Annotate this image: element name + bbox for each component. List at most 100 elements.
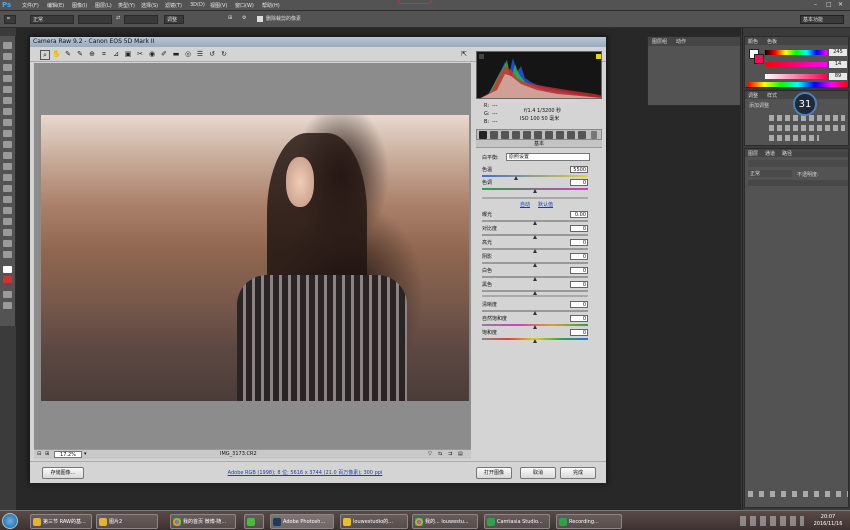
tone-curve-tab-icon[interactable]	[490, 131, 498, 139]
tab-paths[interactable]: 路径	[782, 150, 792, 157]
tab-adjustments[interactable]: 调整	[748, 92, 758, 99]
fullscreen-icon[interactable]: ⇱	[460, 50, 468, 58]
zoom-tool-icon[interactable]: ⌕	[40, 50, 50, 60]
transform-icon[interactable]: ▣	[124, 50, 132, 58]
split-toning-tab-icon[interactable]	[523, 131, 531, 139]
camera-calibration-tab-icon[interactable]	[556, 131, 564, 139]
adjustment-value[interactable]: 0	[570, 315, 588, 322]
adjustment-value[interactable]: 0	[570, 253, 588, 260]
white-balance-tool-icon[interactable]: ✎	[64, 50, 72, 58]
dodge-tool-icon[interactable]	[3, 185, 12, 192]
swap-view-icon[interactable]: ⇆	[438, 451, 442, 457]
hand-tool-icon[interactable]: ✋	[52, 50, 61, 58]
layer-filter-row[interactable]	[748, 160, 848, 167]
clear-button[interactable]: 调整	[164, 15, 184, 24]
zoom-in-icon[interactable]: ⊞	[45, 451, 49, 457]
tab-layers[interactable]: 图层	[748, 150, 758, 157]
spot-removal-icon[interactable]: ✂	[136, 50, 144, 58]
move-tool-icon[interactable]	[3, 42, 12, 49]
color-sampler-icon[interactable]: ✎	[76, 50, 84, 58]
shadow-clipping-icon[interactable]	[479, 54, 484, 59]
workflow-options-link[interactable]: Adobe RGB (1998); 8 位; 5616 x 3744 (21.0…	[220, 469, 390, 476]
screen-mode-icon[interactable]	[3, 302, 12, 309]
copy-settings-icon[interactable]: ⇉	[448, 451, 452, 457]
zoom-dropdown-icon[interactable]: ▾	[84, 451, 87, 457]
lock-row[interactable]	[748, 180, 848, 186]
taskbar-item-wechat[interactable]	[244, 514, 264, 529]
quick-mask-icon[interactable]	[3, 291, 12, 298]
layer-actions-row[interactable]	[748, 491, 848, 497]
history-brush-icon[interactable]	[3, 141, 12, 148]
crop-tool-icon[interactable]: ⌗	[100, 50, 108, 58]
compare-view-icon[interactable]: ▽	[428, 451, 432, 457]
basic-tab-icon[interactable]	[479, 131, 487, 139]
start-button[interactable]	[2, 513, 18, 529]
green-slider[interactable]	[765, 62, 827, 67]
adjustment-icons-row1[interactable]	[769, 115, 845, 121]
lasso-tool-icon[interactable]	[3, 64, 12, 71]
hand-tool-icon[interactable]	[3, 240, 12, 247]
adjustment-slider-thumb[interactable]	[533, 311, 537, 315]
taskbar-item-folder2[interactable]: 图片2	[96, 514, 158, 529]
eyedropper-icon[interactable]	[3, 97, 12, 104]
straighten-icon[interactable]: ⊿	[112, 50, 120, 58]
tool-preset-icon[interactable]: ⌗	[4, 15, 16, 24]
target-adjust-icon[interactable]: ⊕	[88, 50, 96, 58]
height-field[interactable]	[124, 15, 158, 24]
hsl-tab-icon[interactable]	[512, 131, 520, 139]
minimize-icon[interactable]: –	[814, 1, 817, 8]
adjustment-slider-thumb[interactable]	[533, 325, 537, 329]
taskbar-item-browser2[interactable]: 我的... louwestu...	[412, 514, 478, 529]
rotate-right-icon[interactable]: ↻	[220, 50, 228, 58]
gradient-tool-icon[interactable]	[3, 163, 12, 170]
auto-link[interactable]: 自动	[520, 201, 530, 208]
adjustment-slider-thumb[interactable]	[533, 277, 537, 281]
grid-overlay-icon[interactable]: ⊞	[226, 15, 234, 24]
menu-help[interactable]: 帮助(H)	[262, 2, 280, 9]
adjustment-value[interactable]: 0	[570, 179, 588, 186]
menu-type[interactable]: 类型(Y)	[118, 2, 135, 9]
adjustment-icons-row2[interactable]	[769, 125, 845, 131]
highlight-clipping-icon[interactable]	[596, 54, 601, 59]
adjustment-value[interactable]: 0	[570, 329, 588, 336]
white-balance-select[interactable]: 原照设置	[506, 153, 590, 161]
crop-tool-icon[interactable]	[3, 86, 12, 93]
maximize-icon[interactable]: □	[826, 1, 832, 8]
blue-value[interactable]: 89	[829, 73, 847, 80]
workspace-select[interactable]: 基本功能	[800, 15, 844, 24]
tab-swatches[interactable]: 色板	[767, 38, 777, 45]
gear-icon[interactable]: ⚙	[240, 15, 248, 24]
background-swatch[interactable]	[754, 54, 764, 64]
tab-styles[interactable]: 样式	[767, 92, 777, 99]
eraser-icon[interactable]	[3, 152, 12, 159]
adjustment-value[interactable]: 5500	[570, 166, 588, 173]
menu-view[interactable]: 视图(V)	[210, 2, 227, 9]
menu-file[interactable]: 文件(F)	[22, 2, 39, 9]
taskbar-item-camtasia[interactable]: Camtasia Studio...	[484, 514, 550, 529]
red-value[interactable]: 245	[829, 49, 847, 56]
save-image-button[interactable]: 存储图像...	[42, 467, 84, 479]
menu-window[interactable]: 窗口(W)	[235, 2, 254, 9]
menu-edit[interactable]: 编辑(E)	[47, 2, 64, 9]
photo-preview[interactable]	[41, 115, 469, 401]
delete-cropped-checkbox[interactable]	[257, 16, 263, 22]
adjustment-slider-thumb[interactable]	[533, 263, 537, 267]
tab-actions[interactable]: 动作	[676, 38, 686, 45]
adjustment-value[interactable]: 0	[570, 281, 588, 288]
rotate-left-icon[interactable]: ↺	[208, 50, 216, 58]
taskbar-item-browser[interactable]: louwestudio的...	[340, 514, 408, 529]
taskbar-item-photoshop[interactable]: Adobe Photosh...	[270, 514, 334, 529]
lens-tab-icon[interactable]	[534, 131, 542, 139]
panel-menu-icon[interactable]	[591, 131, 597, 139]
adjustment-brush-icon[interactable]: ✐	[160, 50, 168, 58]
healing-brush-icon[interactable]	[3, 108, 12, 115]
graduated-filter-icon[interactable]: ▬	[172, 50, 180, 58]
zoom-out-icon[interactable]: ⊟	[37, 451, 41, 457]
red-eye-icon[interactable]: ◉	[148, 50, 156, 58]
red-slider[interactable]	[765, 50, 827, 55]
fx-tab-icon[interactable]	[545, 131, 553, 139]
default-link[interactable]: 默认值	[538, 201, 553, 208]
tab-layer-comps[interactable]: 图层组	[652, 38, 667, 45]
pen-tool-icon[interactable]	[3, 196, 12, 203]
color-ramp[interactable]	[748, 82, 848, 87]
